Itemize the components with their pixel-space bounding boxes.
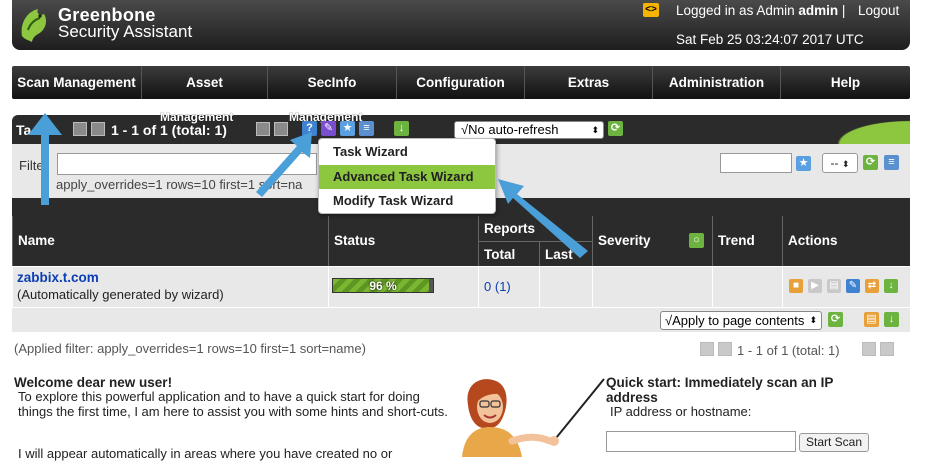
column-header-name[interactable]: Name [12,216,328,266]
help-icon[interactable]: ? [302,121,317,136]
auto-refresh-value: √No auto-refresh [461,122,559,137]
footer-next-page-icon[interactable] [862,342,876,356]
table-row-cell-last [539,266,592,307]
download-icon[interactable]: ↓ [394,121,409,136]
bulk-trash-icon[interactable]: ▤ [864,312,879,327]
wizard-icon[interactable]: ✎ [321,121,336,136]
resume-task-icon[interactable]: ▶ [808,279,822,293]
select-arrows-icon: ⬍ [591,125,599,135]
menu-administration[interactable]: Administration [653,66,781,99]
greenbone-logo-icon [21,9,46,42]
column-header-reports: Reports [478,216,592,241]
severity-header-label: Severity [598,233,651,248]
progress-text: 96 % [369,279,397,293]
header-separator: | [841,3,846,18]
header-green-accent [820,115,910,144]
menu-scan-management[interactable]: Scan Management [12,66,142,99]
menu-secinfo[interactable]: SecInfo [268,66,397,99]
export-task-icon[interactable]: ↓ [884,279,898,293]
reports-total: 0 (1) [484,279,511,294]
welcome-text-continued: I will appear automatically in areas whe… [18,446,393,461]
footer-previous-page-icon[interactable] [718,342,732,356]
reports-total-link[interactable]: 0 [484,279,491,294]
tasks-title: Ta [16,122,32,138]
column-header-reports-last[interactable]: Last [539,241,592,266]
welcome-title: Welcome dear new user! [14,375,173,390]
apply-select-value: √Apply to page contents [665,313,805,328]
menu-item-modify-task-wizard[interactable]: Modify Task Wizard [319,189,495,213]
logged-in-prefix: Logged in as Admin [676,3,795,18]
wizard-dropdown-menu: Task Wizard Advanced Task Wizard Modify … [318,138,496,214]
table-row-cell-trend [712,266,782,307]
menu-extras[interactable]: Extras [525,66,653,99]
menu-item-task-wizard[interactable]: Task Wizard [319,140,495,164]
assistant-character-illustration [462,378,605,457]
logged-in-status: Logged in as Admin admin | [676,3,845,18]
next-page-icon[interactable] [256,122,270,136]
new-task-star-icon[interactable]: ★ [340,121,355,136]
apply-to-page-select[interactable]: √Apply to page contents ⬍ [660,311,822,330]
trashcan-icon[interactable]: ▤ [827,279,841,293]
task-progress-bar: 96 % [332,278,434,293]
task-comment: (Automatically generated by wizard) [17,287,224,302]
logout-link[interactable]: Logout [858,3,899,18]
auto-refresh-select[interactable]: √No auto-refresh ⬍ [454,121,604,139]
bulk-export-icon[interactable]: ↓ [884,312,899,327]
pagination-text: 1 - 1 of 1 (total: 1) [111,122,227,138]
column-header-actions: Actions [782,216,910,266]
filter-label: Filte [19,158,44,173]
column-header-status[interactable]: Status [328,216,478,266]
main-menu: Scan Management Asset SecInfo Configurat… [12,66,910,99]
last-page-icon[interactable] [274,122,288,136]
quick-start-title: Quick start: Immediately scan an IP addr… [606,375,834,405]
footer-last-page-icon[interactable] [880,342,894,356]
clone-task-icon[interactable]: ⇄ [865,279,879,293]
column-header-reports-total[interactable]: Total [478,241,539,266]
applied-filter-footer: (Applied filter: apply_overrides=1 rows=… [14,341,366,356]
brand-subtitle: Security Assistant [58,22,193,41]
apply-refresh-icon[interactable]: ⟳ [828,312,843,327]
list-icon[interactable]: ≡ [359,121,374,136]
column-header-severity[interactable]: Severity ○ [592,216,712,266]
logged-in-user[interactable]: admin [798,3,838,18]
filter-list-icon[interactable]: ≡ [884,155,899,170]
overrides-icon[interactable]: ○ [689,233,704,248]
table-row-cell-severity [592,266,712,307]
menu-item-advanced-task-wizard[interactable]: Advanced Task Wizard [319,165,495,189]
menu-configuration[interactable]: Configuration [397,66,525,99]
column-header-trend: Trend [712,216,782,266]
select-arrows-icon: ⬍ [841,159,850,169]
refresh-icon[interactable]: ⟳ [608,121,623,136]
first-page-icon[interactable] [73,122,87,136]
applied-filter-text: apply_overrides=1 rows=10 first=1 sort=n… [56,177,303,192]
ip-address-label: IP address or hostname: [610,404,752,419]
menu-asset[interactable]: Asset [142,66,268,99]
edit-task-icon[interactable]: ✎ [846,279,860,293]
previous-page-icon[interactable] [91,122,105,136]
footer-first-page-icon[interactable] [700,342,714,356]
menu-help[interactable]: Help [781,66,910,99]
task-name-link[interactable]: zabbix.t.com [17,270,99,285]
start-scan-button[interactable]: Start Scan [799,433,869,452]
filter-input[interactable] [57,153,317,175]
select-arrows-icon: ⬍ [809,315,817,325]
welcome-text: To explore this powerful application and… [18,389,448,419]
start-task-icon[interactable]: ■ [789,279,803,293]
ip-address-input[interactable] [606,431,796,452]
language-icon[interactable]: <> [643,3,659,17]
footer-pagination-text: 1 - 1 of 1 (total: 1) [737,343,840,358]
filter-name-input[interactable] [720,153,792,173]
filter-select-value: -- [830,156,839,170]
overlay-label-management-1: Management [160,110,234,124]
new-filter-star-icon[interactable]: ★ [796,156,811,171]
filter-select[interactable]: -- ⬍ [822,153,858,173]
reports-total-paren[interactable]: (1) [495,279,511,294]
current-datetime: Sat Feb 25 03:24:07 2017 UTC [676,32,864,47]
filter-refresh-icon[interactable]: ⟳ [863,155,878,170]
